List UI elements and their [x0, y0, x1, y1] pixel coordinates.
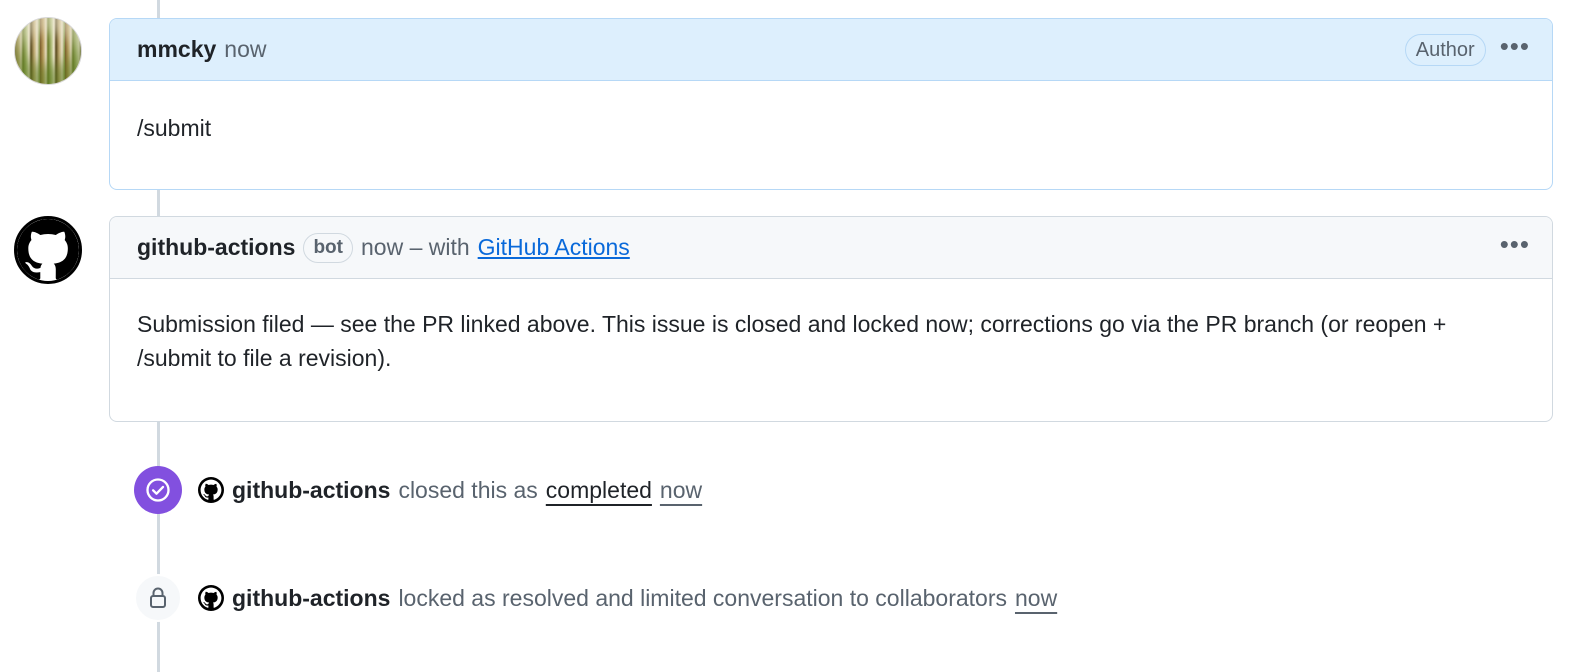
comment-timestamp[interactable]: now [224, 36, 266, 63]
comment-github-actions: github-actions bot now – with GitHub Act… [109, 216, 1553, 422]
event-text: closed this as [398, 476, 538, 503]
comment-timestamp[interactable]: now – with [361, 234, 470, 261]
comment-body: /submit [137, 115, 212, 141]
avatar-mmcky[interactable] [14, 17, 82, 85]
comment-options-button[interactable]: ••• [1500, 33, 1530, 64]
timeline-line [157, 0, 160, 18]
comment-mmcky: mmcky now Author ••• /submit [109, 18, 1553, 190]
github-mark-icon [17, 219, 79, 280]
event-text: locked as resolved and limited conversat… [398, 584, 1007, 611]
comment-author[interactable]: github-actions [137, 234, 295, 261]
event-actor[interactable]: github-actions [232, 585, 390, 612]
github-mark-icon[interactable] [198, 585, 224, 611]
comment-header: github-actions bot now – with GitHub Act… [110, 217, 1552, 279]
timeline-event-closed: github-actions closed this as completed … [134, 466, 702, 514]
github-mark-icon[interactable] [198, 477, 224, 503]
timeline-event-locked: github-actions locked as resolved and li… [134, 574, 1057, 622]
avatar-github-actions[interactable] [14, 216, 82, 284]
check-circle-icon [134, 466, 182, 514]
event-actor[interactable]: github-actions [232, 477, 390, 504]
completed-link[interactable]: completed [546, 477, 652, 504]
author-badge: Author [1404, 33, 1486, 66]
comment-options-button[interactable]: ••• [1500, 231, 1530, 262]
event-timestamp[interactable]: now [660, 477, 702, 504]
comment-header: mmcky now Author ••• [110, 19, 1552, 81]
lock-icon [134, 574, 182, 622]
github-actions-link[interactable]: GitHub Actions [478, 234, 630, 261]
timeline-line [157, 190, 160, 216]
bot-badge: bot [303, 232, 353, 263]
comment-body: Submission filed — see the PR linked abo… [137, 311, 1447, 371]
timeline-line [157, 422, 160, 672]
comment-author[interactable]: mmcky [137, 36, 216, 63]
event-timestamp[interactable]: now [1015, 585, 1057, 612]
